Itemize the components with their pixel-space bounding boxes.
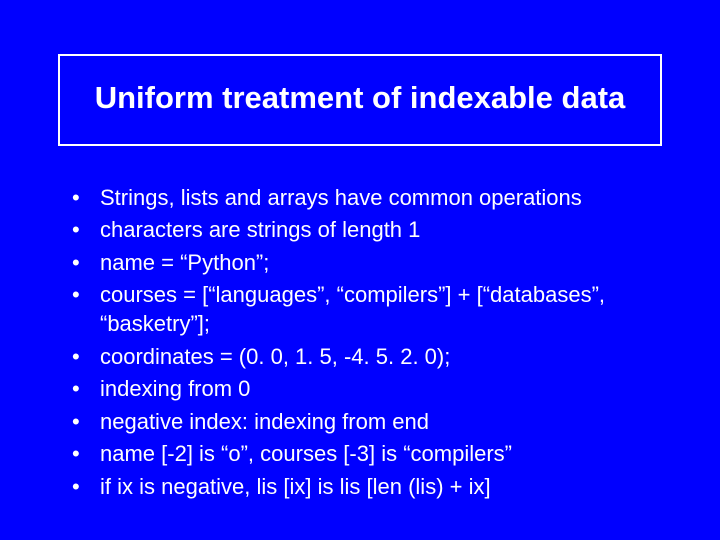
slide-title: Uniform treatment of indexable data <box>72 80 648 116</box>
title-box: Uniform treatment of indexable data <box>58 54 662 146</box>
bullet-list: Strings, lists and arrays have common op… <box>50 184 670 502</box>
list-item: characters are strings of length 1 <box>72 216 670 245</box>
list-item: if ix is negative, lis [ix] is lis [len … <box>72 473 670 502</box>
list-item: coordinates = (0. 0, 1. 5, -4. 5. 2. 0); <box>72 343 670 372</box>
list-item: Strings, lists and arrays have common op… <box>72 184 670 213</box>
list-item: name = “Python”; <box>72 249 670 278</box>
list-item: indexing from 0 <box>72 375 670 404</box>
slide: Uniform treatment of indexable data Stri… <box>0 0 720 540</box>
list-item: name [-2] is “o”, courses [-3] is “compi… <box>72 440 670 469</box>
list-item: negative index: indexing from end <box>72 408 670 437</box>
list-item: courses = [“languages”, “compilers”] + [… <box>72 281 670 338</box>
